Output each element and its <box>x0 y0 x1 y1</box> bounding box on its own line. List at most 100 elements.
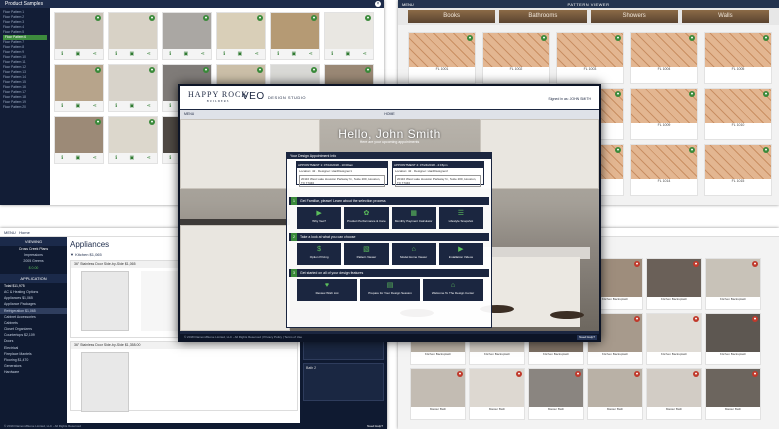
photo-card[interactable]: Kitchen Backsplash ♥ <box>705 258 761 310</box>
heart-icon[interactable]: ♥ <box>365 67 371 73</box>
need-help-button[interactable]: Need Help? <box>577 335 597 340</box>
heart-icon[interactable]: ♥ <box>615 91 621 97</box>
heart-icon[interactable]: ♥ <box>257 67 263 73</box>
photo-card[interactable]: Master Bath ♥ <box>410 368 466 420</box>
info-icon[interactable]: ℹ <box>61 155 63 161</box>
monthly-payment-calculator-button[interactable]: ▦ Monthly Payment Calculator <box>391 207 436 229</box>
sample-card[interactable]: ℹ ▣ ⋖ ♥ <box>54 116 104 164</box>
heart-icon[interactable]: ♥ <box>203 15 209 21</box>
map-icon[interactable]: 20110 West Lake Houston Parkway N., Suit… <box>395 175 481 187</box>
image-icon[interactable]: ▣ <box>75 51 80 57</box>
photo-card[interactable]: Master Bath ♥ <box>587 368 643 420</box>
prepare-for-your-design-session-button[interactable]: ▤ Prepare for Your Design Session <box>360 279 420 301</box>
heart-icon[interactable]: ♥ <box>763 147 769 153</box>
sample-card[interactable]: ℹ ▣ ⋖ ♥ <box>108 64 158 112</box>
share-icon[interactable]: ⋖ <box>93 155 97 161</box>
sample-card[interactable]: ℹ ▣ ⋖ ♥ <box>108 12 158 60</box>
image-icon[interactable]: ▣ <box>183 51 188 57</box>
heart-icon[interactable]: ♥ <box>467 35 473 41</box>
photo-card[interactable]: Kitchen Backsplash ♥ <box>646 313 702 365</box>
share-icon[interactable]: ⋖ <box>147 51 151 57</box>
heart-icon[interactable]: ♥ <box>752 261 758 267</box>
photo-card[interactable]: Master Bath ♥ <box>705 368 761 420</box>
heart-icon[interactable]: ♥ <box>634 316 640 322</box>
pattern-card[interactable]: FL 1001 ♥ <box>408 32 476 84</box>
heart-icon[interactable]: ♥ <box>365 15 371 21</box>
selection-card[interactable]: Bath 2 <box>303 363 384 401</box>
installation-videos-button[interactable]: ▶ Installation Videos <box>438 243 483 265</box>
photo-card[interactable]: Master Bath ♥ <box>469 368 525 420</box>
heart-icon[interactable]: ♥ <box>149 67 155 73</box>
image-icon[interactable]: ▣ <box>237 51 242 57</box>
heart-icon[interactable]: ♥ <box>615 35 621 41</box>
sample-card[interactable]: ℹ ▣ ⋖ ♥ <box>270 12 320 60</box>
nav-item[interactable]: Floor Pattern 20 <box>3 105 47 110</box>
heart-icon[interactable]: ♥ <box>149 119 155 125</box>
photo-card[interactable]: Kitchen Backsplash ♥ <box>705 313 761 365</box>
share-icon[interactable]: ⋖ <box>147 103 151 109</box>
info-icon[interactable]: ℹ <box>61 103 63 109</box>
appointment-card[interactable]: APPOINTMENT 2: 07/24/2018 - 2:15pm Locat… <box>392 161 484 187</box>
heart-icon[interactable]: ♥ <box>689 147 695 153</box>
heart-icon[interactable]: ♥ <box>95 119 101 125</box>
info-icon[interactable]: ℹ <box>331 51 333 57</box>
tab-books[interactable]: Books <box>408 10 496 23</box>
image-icon[interactable]: ▣ <box>129 103 134 109</box>
sample-card[interactable]: ℹ ▣ ⋖ ♥ <box>108 116 158 164</box>
sample-card[interactable]: ℹ ▣ ⋖ ♥ <box>54 64 104 112</box>
sample-card[interactable]: ℹ ▣ ⋖ ♥ <box>216 12 266 60</box>
image-icon[interactable]: ▣ <box>291 51 296 57</box>
heart-icon[interactable]: ♥ <box>693 261 699 267</box>
heart-icon[interactable]: ♥ <box>752 316 758 322</box>
heart-icon[interactable]: ♥ <box>311 15 317 21</box>
pattern-card[interactable]: FL 1014 ♥ <box>630 144 698 196</box>
heart-icon[interactable]: ♥ <box>693 371 699 377</box>
pattern-card[interactable]: FL 1005 ♥ <box>704 32 772 84</box>
photo-card[interactable]: Master Bath ♥ <box>528 368 584 420</box>
tab-bathrooms[interactable]: Bathrooms <box>499 10 587 23</box>
image-icon[interactable]: ▣ <box>129 155 134 161</box>
pattern-card[interactable]: FL 1015 ♥ <box>704 144 772 196</box>
info-icon[interactable]: ℹ <box>115 51 117 57</box>
heart-icon[interactable]: ♥ <box>257 15 263 21</box>
heart-icon[interactable]: ♥ <box>634 371 640 377</box>
pattern-card[interactable]: FL 1003 ♥ <box>556 32 624 84</box>
heart-icon[interactable]: ♥ <box>516 371 522 377</box>
info-icon[interactable]: ℹ <box>115 103 117 109</box>
heart-icon[interactable]: ♥ <box>457 371 463 377</box>
photo-card[interactable]: Master Bath ♥ <box>646 368 702 420</box>
heart-icon[interactable]: ♥ <box>95 15 101 21</box>
sample-card[interactable]: ℹ ▣ ⋖ ♥ <box>54 12 104 60</box>
heart-icon[interactable]: ♥ <box>752 371 758 377</box>
welcome-to-the-design-center-button[interactable]: ⌂ Welcome To The Design Center <box>423 279 483 301</box>
info-icon[interactable]: ℹ <box>169 51 171 57</box>
info-icon[interactable]: ℹ <box>169 103 171 109</box>
home-link[interactable]: Home <box>19 230 30 235</box>
info-icon[interactable]: ℹ <box>277 51 279 57</box>
menu-button[interactable]: MENU <box>4 230 16 235</box>
heart-icon[interactable]: ♥ <box>615 147 621 153</box>
heart-icon[interactable]: ♥ <box>541 35 547 41</box>
pattern-card[interactable]: FL 1009 ♥ <box>630 88 698 140</box>
need-help-button[interactable]: Need Help? <box>367 424 383 428</box>
share-icon[interactable]: ⋖ <box>93 103 97 109</box>
edit-value[interactable]: $ 0.00 <box>0 265 67 271</box>
share-icon[interactable]: ⋖ <box>201 51 205 57</box>
tab-showers[interactable]: Showers <box>590 10 678 23</box>
pattern-viewer-button[interactable]: ▧ Pattern Viewer <box>344 243 389 265</box>
heart-icon[interactable]: ♥ <box>689 35 695 41</box>
category-item[interactable]: Hardware <box>0 369 67 375</box>
heart-icon[interactable]: ♥ <box>203 67 209 73</box>
heart-icon[interactable]: ♥ <box>763 91 769 97</box>
heart-icon[interactable]: ♥ <box>575 371 581 377</box>
appliance-item[interactable]: 36" Stainless Door Side-by-Side $1,358.0… <box>70 341 298 412</box>
share-icon[interactable]: ⋖ <box>93 51 97 57</box>
lifestyle-snapshot-button[interactable]: ☰ Lifestyle Snapshot <box>438 207 483 229</box>
pattern-card[interactable]: FL 1002 ♥ <box>482 32 550 84</box>
image-icon[interactable]: ▣ <box>129 51 134 57</box>
info-icon[interactable]: ℹ <box>61 51 63 57</box>
map-icon[interactable]: 20110 West Lake Houston Parkway N., Suit… <box>299 175 385 187</box>
share-icon[interactable]: ⋖ <box>363 51 367 57</box>
heart-icon[interactable]: ♥ <box>634 261 640 267</box>
sample-card[interactable]: ℹ ▣ ⋖ ♥ <box>162 12 212 60</box>
